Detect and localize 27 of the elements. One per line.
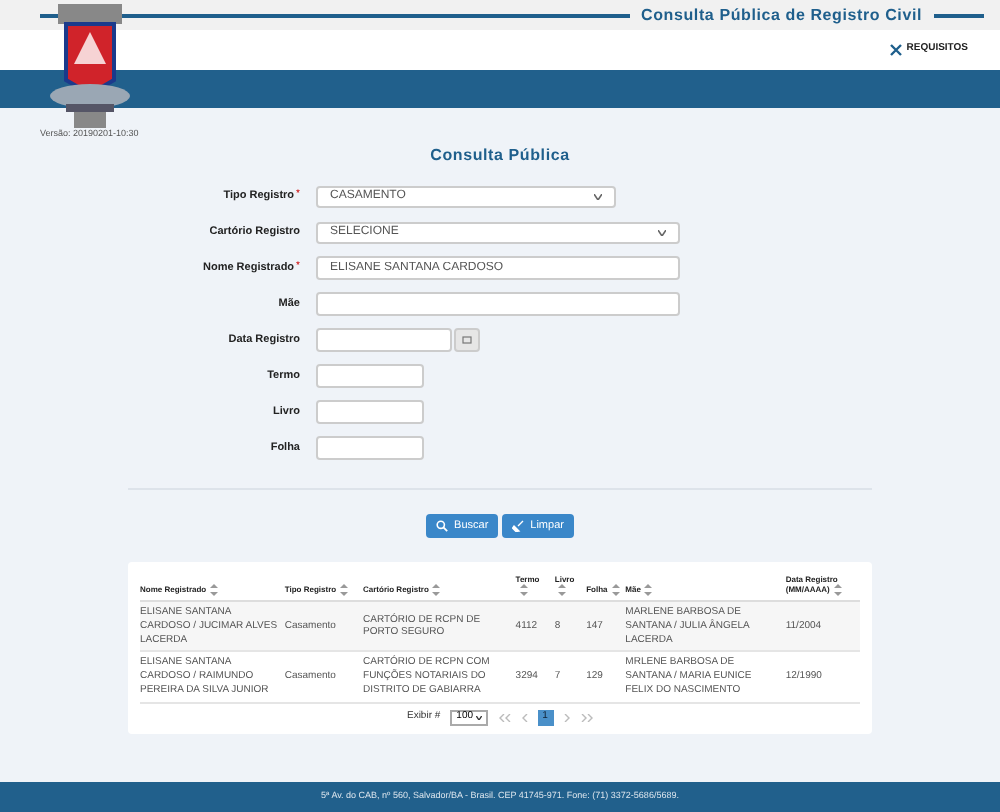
chevron-icon [594, 193, 602, 199]
sort-icon [340, 584, 349, 597]
last-page-icon[interactable] [579, 713, 594, 722]
sort-icon [558, 584, 567, 597]
input-field[interactable] [316, 400, 424, 424]
input-field[interactable] [316, 292, 680, 316]
search-icon [436, 520, 449, 532]
sort-icon [833, 584, 842, 597]
page-title: Consulta Pública de Registro Civil [639, 3, 924, 27]
form-title: Consulta Pública [430, 144, 570, 168]
chevron-icon [658, 229, 666, 235]
sort-icon [519, 584, 528, 597]
sort-icon [644, 584, 653, 597]
previous-page-icon[interactable] [521, 713, 528, 722]
calendar-icon [462, 336, 472, 344]
input-field[interactable] [316, 328, 452, 352]
sort-icon [210, 584, 219, 597]
calendar-button[interactable] [454, 328, 480, 352]
tools-icon [890, 44, 903, 56]
sort-icon [611, 584, 620, 597]
sort-icon [432, 584, 441, 597]
chevron-icon [475, 715, 482, 720]
broom-icon [512, 520, 525, 532]
first-page-icon[interactable] [497, 713, 512, 722]
input-field[interactable] [316, 436, 424, 460]
next-page-icon[interactable] [563, 713, 570, 722]
input-field[interactable] [316, 364, 424, 388]
